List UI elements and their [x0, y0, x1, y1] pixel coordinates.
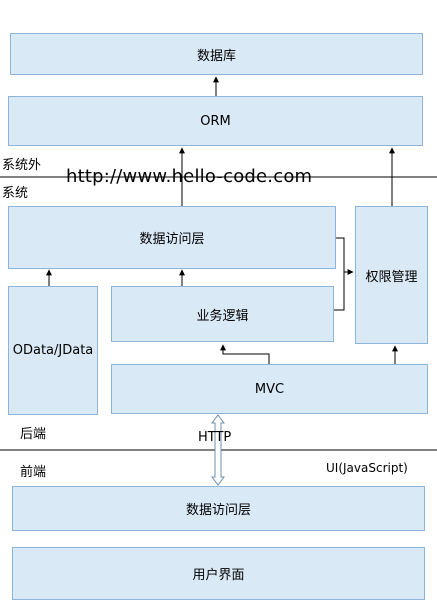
- data-access-layer-backend-box: 数据访问层: [8, 206, 336, 269]
- arrow-dal-to-permission: [336, 237, 354, 275]
- mvc-label: MVC: [254, 381, 285, 397]
- permission-management-box: 权限管理: [355, 206, 428, 344]
- system-label: 系统: [2, 186, 29, 201]
- odata-jdata-box: OData/JData: [8, 286, 98, 415]
- orm-label: ORM: [200, 113, 231, 129]
- user-interface-box: 用户界面: [12, 547, 425, 600]
- data-access-layer-backend-label: 数据访问层: [139, 232, 205, 247]
- data-access-layer-frontend-label: 数据访问层: [185, 503, 251, 518]
- database-label: 数据库: [196, 48, 236, 64]
- mvc-box: MVC: [111, 364, 428, 414]
- user-interface-label: 用户界面: [192, 568, 245, 583]
- business-logic-box: 业务逻辑: [111, 286, 334, 342]
- business-logic-label: 业务逻辑: [196, 308, 249, 324]
- http-label: HTTP: [198, 430, 232, 445]
- frontend-label: 前端: [20, 465, 47, 480]
- outside-system-label: 系统外: [2, 158, 42, 173]
- orm-box: ORM: [8, 96, 423, 146]
- database-box: 数据库: [10, 33, 423, 75]
- arrow-mvc-to-logic: [220, 344, 270, 364]
- watermark-text: http://www.hello-code.com: [66, 166, 313, 187]
- permission-management-label: 权限管理: [365, 269, 418, 285]
- odata-jdata-label: OData/JData: [12, 343, 94, 358]
- data-access-layer-frontend-box: 数据访问层: [12, 486, 425, 531]
- ui-javascript-label: UI(JavaScript): [326, 461, 408, 475]
- arrow-logic-to-permission: [334, 272, 345, 311]
- backend-label: 后端: [20, 427, 47, 442]
